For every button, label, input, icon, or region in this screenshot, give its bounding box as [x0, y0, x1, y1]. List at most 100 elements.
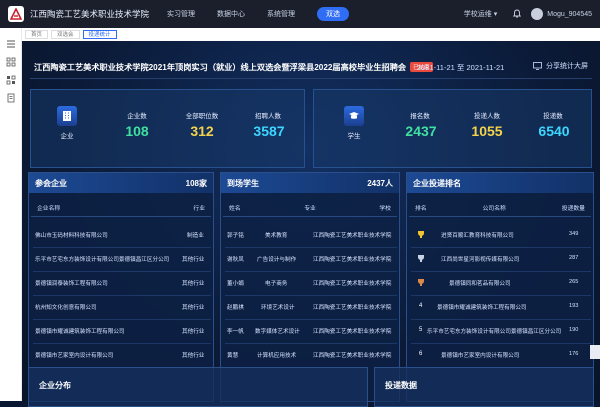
- menu-item-system[interactable]: 系统管理: [267, 9, 295, 19]
- company-name[interactable]: 景德镇市耀诚建筑装饰工程有限公司: [437, 303, 527, 311]
- graduate-icon: [344, 106, 364, 126]
- student-major: 美术教育: [265, 233, 288, 239]
- company-name[interactable]: 江西尚世星河影视传媒有限公司: [441, 255, 519, 263]
- table-row[interactable]: 景德镇润泰装饰工程有限公司: [35, 279, 108, 287]
- tab-job-fair[interactable]: 双选会: [51, 30, 80, 39]
- table-header: 排名 公司名称 投递数量: [409, 199, 591, 217]
- students-panel-header: 到场学生 2437人: [221, 173, 399, 193]
- school-name: 江西陶瓷工艺美术职业技术学院: [30, 9, 150, 19]
- ranking-panel-header: 企业投递排名: [407, 173, 593, 193]
- stat-value: 108: [125, 123, 149, 139]
- side-float-button[interactable]: [590, 345, 600, 359]
- student-name[interactable]: 郭子铭: [227, 231, 244, 239]
- top-navbar: 江西陶瓷工艺美术职业技术学院 实习管理 数据中心 系统管理 双选 学校运维 ▾ …: [0, 0, 600, 28]
- company-name[interactable]: 乐平市艺宅东方装饰设计有限公司景德镇昌江区分公司: [427, 327, 561, 335]
- rank-number: 6: [419, 351, 423, 357]
- menu-item-internship[interactable]: 实习管理: [167, 9, 195, 19]
- company-name[interactable]: 景德镇市艺家室内设计有限公司: [441, 351, 519, 359]
- card-title: 投递数据: [385, 381, 417, 390]
- column-header: 姓名: [229, 206, 241, 212]
- rank-number: 5: [419, 327, 423, 333]
- apps-icon[interactable]: [6, 72, 16, 85]
- role-label: 学校运维: [463, 11, 492, 18]
- student-name[interactable]: 李一帆: [227, 327, 244, 335]
- table-row[interactable]: 杭州知文化创意有限公司: [35, 303, 97, 311]
- page-tabs: 首页 双选会 投递统计: [22, 28, 600, 41]
- panel-title: 参会企业: [35, 178, 67, 188]
- menu-item-job-fair[interactable]: 双选: [317, 7, 350, 21]
- chevron-down-icon: ▾: [493, 11, 498, 18]
- student-school: 江西陶瓷工艺美术职业技术学院: [313, 305, 392, 311]
- table-row[interactable]: 乐平市艺宅东方装饰设计有限公司景德镇昌江区分公司: [35, 255, 169, 263]
- stat-label: 企业数: [127, 113, 147, 120]
- panel-title: 到场学生: [227, 178, 259, 188]
- column-header: 公司名称: [482, 206, 506, 212]
- table-row[interactable]: 景德镇市耀诚建筑装饰工程有限公司: [35, 327, 125, 335]
- avatar[interactable]: [531, 8, 544, 20]
- row-divider: [33, 271, 211, 272]
- stat-value: 2437: [405, 123, 437, 139]
- delivery-count: 287: [569, 255, 579, 261]
- menu-item-data-center[interactable]: 数据中心: [217, 9, 245, 19]
- share-label: 分享统计大屏: [546, 63, 588, 70]
- table-header: 姓名 专业 学校: [223, 199, 397, 217]
- bell-icon[interactable]: [513, 5, 522, 23]
- student-school: 江西陶瓷工艺美术职业技术学院: [313, 329, 392, 335]
- student-name[interactable]: 赵鹏祺: [227, 303, 244, 311]
- row-divider: [411, 343, 591, 344]
- row-divider: [33, 295, 211, 296]
- row-divider: [33, 343, 211, 344]
- table-header: 企业名称 行业: [31, 199, 211, 217]
- column-header: 投递数量: [561, 206, 585, 212]
- table-row[interactable]: 佛山市玉码材料科技有限公司: [35, 231, 108, 239]
- row-divider: [411, 247, 591, 248]
- column-header: 企业名称: [37, 206, 61, 212]
- row-divider: [411, 295, 591, 296]
- student-school: 江西陶瓷工艺美术职业技术学院: [313, 353, 392, 359]
- stat-label: 招聘人数: [255, 113, 281, 120]
- table-row[interactable]: 景德镇市艺家室内设计有限公司: [35, 351, 113, 359]
- row-divider: [225, 319, 397, 320]
- enterprise-distribution-card: 企业分布: [28, 367, 368, 407]
- company-name[interactable]: 进贤百顺汇教育科技有限公司: [441, 231, 514, 239]
- school-logo-icon[interactable]: [8, 6, 24, 22]
- column-header: 学校: [379, 206, 391, 212]
- student-name[interactable]: 黄慧: [227, 351, 238, 359]
- stat-value: 1055: [471, 123, 503, 139]
- company-name: 杭州知文化创意有限公司: [35, 305, 97, 311]
- date-range: 2021-11-21 至 2021-11-21: [417, 63, 505, 72]
- stat-value: 3587: [253, 123, 285, 139]
- stat-value: 6540: [538, 123, 570, 139]
- document-icon[interactable]: [6, 90, 16, 103]
- panel-title: 企业投递排名: [413, 178, 461, 188]
- delivery-data-card: 投递数据: [374, 367, 594, 407]
- share-stats-button[interactable]: 分享统计大屏: [533, 61, 588, 71]
- building-icon: [57, 106, 77, 126]
- row-divider: [225, 343, 397, 344]
- student-major: 数字媒体艺术设计: [255, 329, 300, 335]
- menu-toggle-icon[interactable]: [6, 36, 16, 48]
- enterprise-stats-card: 企业 企业数 108 全部职位数 312 招聘人数 3587: [30, 89, 305, 168]
- industry: 其他行业: [182, 281, 205, 287]
- industry: 其他行业: [182, 329, 205, 335]
- grid-icon[interactable]: [6, 54, 16, 67]
- student-school: 江西陶瓷工艺美术职业技术学院: [313, 233, 392, 239]
- row-divider: [225, 271, 397, 272]
- dashboard-header: 江西陶瓷工艺美术职业技术学院2021年顶岗实习（就业）线上双选会暨浮梁县2022…: [30, 55, 592, 79]
- student-school: 江西陶瓷工艺美术职业技术学院: [313, 257, 392, 263]
- student-major: 计算机应用技术: [257, 353, 297, 359]
- student-major: 电子商务: [265, 281, 288, 287]
- student-name[interactable]: 谢秋凤: [227, 255, 244, 263]
- tab-home[interactable]: 首页: [25, 30, 49, 39]
- student-major: 环境艺术设计: [261, 305, 295, 311]
- username[interactable]: Mogu_904545: [547, 11, 592, 18]
- row-divider: [33, 247, 211, 248]
- title-text: 江西陶瓷工艺美术职业技术学院2021年顶岗实习（就业）线上双选会暨浮梁县2022…: [34, 63, 407, 72]
- panel-count: 108家: [185, 178, 207, 188]
- tab-delivery-stats[interactable]: 投递统计: [82, 30, 117, 39]
- delivery-count: 193: [569, 303, 579, 309]
- role-dropdown[interactable]: 学校运维 ▾: [464, 9, 497, 19]
- student-name[interactable]: 董小娟: [227, 279, 244, 287]
- company-name[interactable]: 景德镇同和茗品有限公司: [449, 279, 511, 287]
- panel-count: 2437人: [367, 178, 393, 188]
